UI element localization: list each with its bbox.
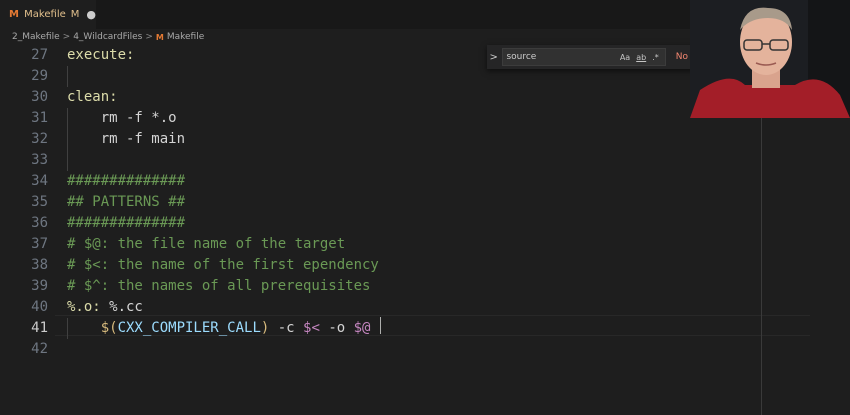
variable-name: CXX_COMPILER_CALL <box>117 320 261 336</box>
flags: -o <box>319 320 354 336</box>
line-text: ############## <box>67 173 186 189</box>
minimap[interactable] <box>810 118 850 415</box>
line-text: ## PATTERNS ## <box>67 194 186 210</box>
line-text: $(CXX_COMPILER_CALL) -c $< -o $@ <box>67 318 371 339</box>
line-number: 39 <box>31 278 48 294</box>
chevron-right-icon[interactable]: > <box>487 52 500 63</box>
line-number: 34 <box>31 173 48 189</box>
code-line[interactable]: 33 <box>0 150 850 171</box>
unsaved-dot-icon[interactable]: ● <box>86 8 96 21</box>
line-number: 35 <box>31 194 48 210</box>
line-number: 31 <box>31 110 48 126</box>
line-number: 40 <box>31 299 48 315</box>
code-line[interactable]: 39 # $^: the names of all prerequisites <box>0 276 850 297</box>
line-number: 33 <box>31 152 48 168</box>
line-text: ############## <box>67 215 186 231</box>
line-number: 42 <box>31 341 48 357</box>
code-line[interactable]: 35 ## PATTERNS ## <box>0 192 850 213</box>
chevron-right-icon: > <box>62 32 71 42</box>
line-number: 27 <box>31 47 48 63</box>
line-number: 41 <box>31 320 48 336</box>
breadcrumb-item[interactable]: 4_WildcardFiles <box>73 32 142 42</box>
tab-makefile[interactable]: M Makefile M ● <box>0 0 96 29</box>
flags: -c <box>269 320 304 336</box>
var-open: $( <box>100 320 118 336</box>
modified-badge: M <box>70 9 80 20</box>
breadcrumb: 2_Makefile > 4_WildcardFiles > M Makefil… <box>12 29 204 45</box>
tab-label: Makefile <box>24 9 66 20</box>
line-text: rm -f *.o <box>67 110 177 126</box>
line-text: clean: <box>67 89 118 105</box>
line-text: # $<: the name of the first ependency <box>67 257 379 273</box>
breadcrumb-item[interactable]: 2_Makefile <box>12 32 60 42</box>
line-text: execute: <box>67 47 135 63</box>
line-text: # $@: the file name of the target <box>67 236 346 252</box>
find-widget: > source Aa ab .* No results <box>487 45 721 69</box>
line-number: 38 <box>31 257 48 273</box>
code-line[interactable]: 36 ############## <box>0 213 850 234</box>
code-line[interactable]: 34 ############## <box>0 171 850 192</box>
line-text: # $^: the names of all prerequisites <box>67 278 371 294</box>
code-line[interactable]: 40 %.o: %.cc <box>0 297 850 318</box>
text-cursor <box>380 317 381 334</box>
line-number: 29 <box>31 68 48 84</box>
find-input[interactable]: source Aa ab .* <box>502 48 666 66</box>
code-line[interactable]: 41 $(CXX_COMPILER_CALL) -c $< -o $@ <box>0 318 850 339</box>
match-whole-word-toggle[interactable]: ab <box>636 53 646 62</box>
chevron-right-icon: > <box>145 32 153 42</box>
makefile-icon: M <box>9 9 19 20</box>
line-number: 36 <box>31 215 48 231</box>
line-text: rm -f main <box>67 131 186 147</box>
code-line[interactable]: 38 # $<: the name of the first ependency <box>0 255 850 276</box>
line-number: 30 <box>31 89 48 105</box>
auto-var-first-prereq: $< <box>303 320 320 336</box>
breadcrumb-item[interactable]: Makefile <box>167 32 204 42</box>
auto-var-target: $@ <box>353 320 371 336</box>
code-line[interactable]: 32 rm -f main <box>0 129 850 150</box>
line-number: 37 <box>31 236 48 252</box>
line-number: 32 <box>31 131 48 147</box>
code-line[interactable]: 42 <box>0 339 850 360</box>
webcam-overlay <box>690 0 850 118</box>
rule-target: %.o: <box>67 299 101 315</box>
regex-toggle[interactable]: .* <box>652 53 659 62</box>
find-query[interactable]: source <box>506 52 619 62</box>
rule-prerequisite: %.cc <box>100 299 143 315</box>
presenter-video <box>690 0 850 118</box>
match-case-toggle[interactable]: Aa <box>620 53 630 62</box>
line-text: %.o: %.cc <box>67 297 143 318</box>
makefile-icon: M <box>155 32 164 42</box>
code-line[interactable]: 37 # $@: the file name of the target <box>0 234 850 255</box>
